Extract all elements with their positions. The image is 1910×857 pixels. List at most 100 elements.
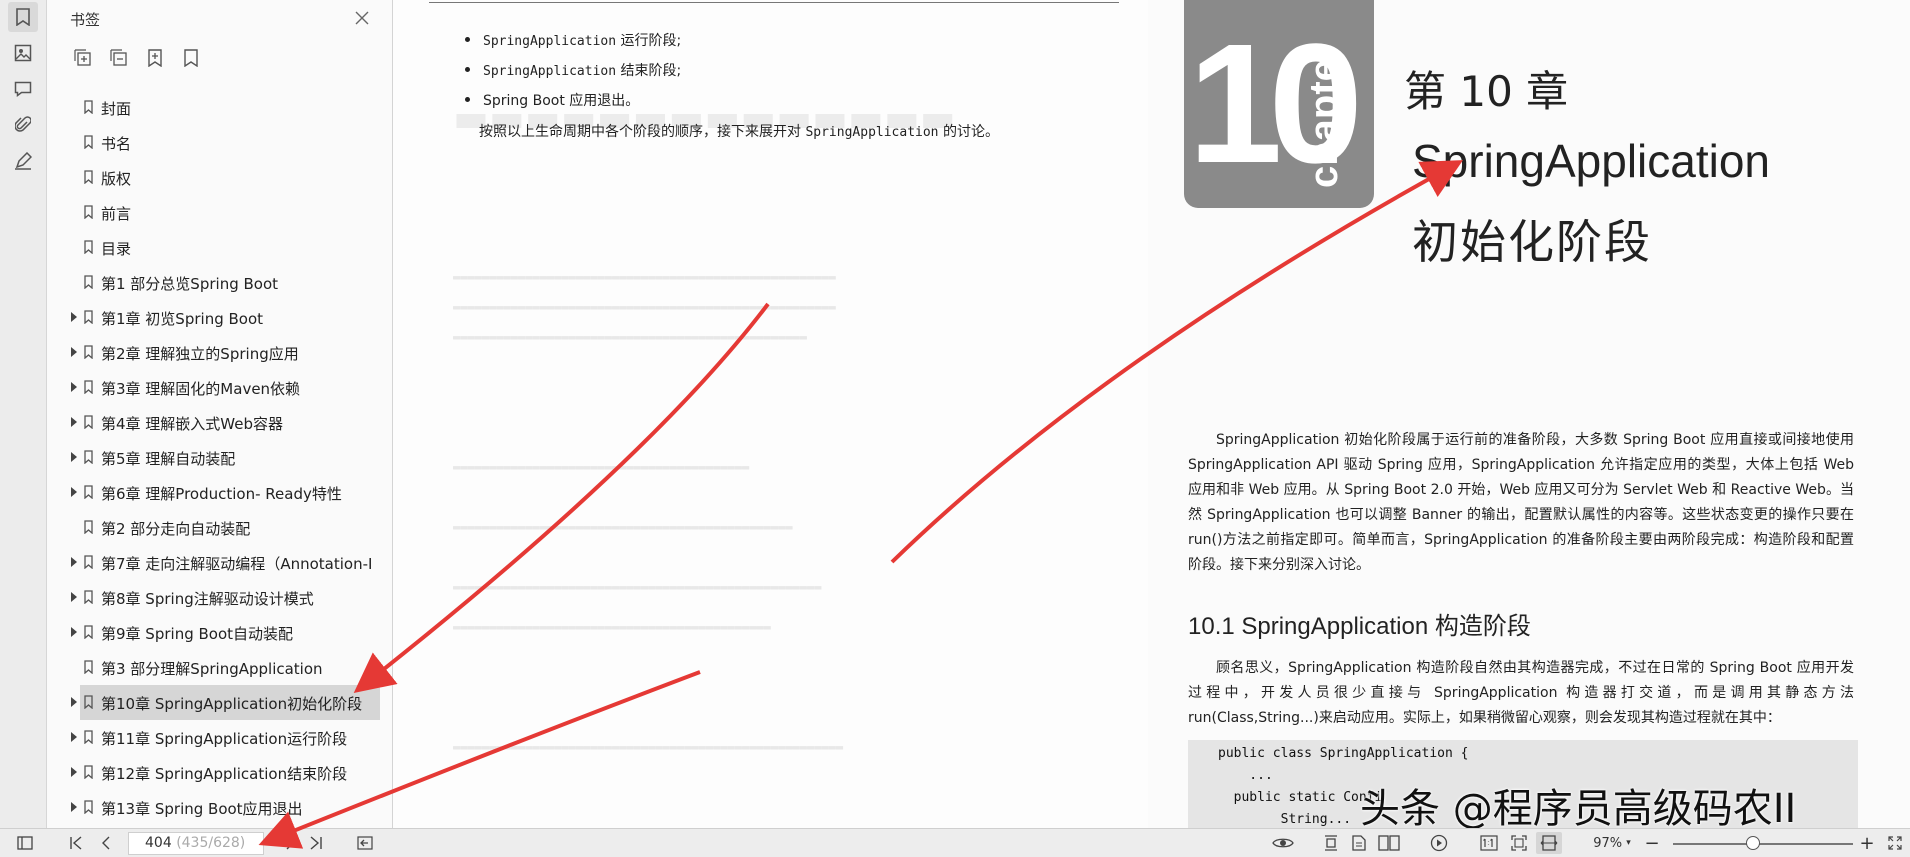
bookmark-label: 第12章 SpringApplication结束阶段: [101, 765, 348, 783]
expand-arrow-icon[interactable]: [71, 592, 77, 602]
bookmark-item[interactable]: 第1章 初览Spring Boot: [47, 300, 393, 335]
bleed-through-decoration: ▬▬▬▬▬▬▬▬▬▬▬▬▬▬▬▬▬▬▬▬▬▬▬▬▬▬▬▬▬▬▬▬▬▬▬▬▬▬▬▬…: [453, 330, 808, 344]
thumbnail-icon[interactable]: [8, 38, 38, 68]
first-page-icon[interactable]: [66, 832, 86, 854]
previous-page-icon[interactable]: [96, 832, 116, 854]
watermark: 头条 @程序员高级码农II: [1360, 786, 1797, 832]
fullscreen-icon[interactable]: [1884, 832, 1906, 854]
bookmark-item[interactable]: 第1 部分总览Spring Boot: [47, 265, 393, 300]
expand-arrow-icon[interactable]: [71, 732, 77, 742]
add-bookmark-icon[interactable]: [143, 46, 167, 70]
bookmark-flag-icon: [84, 485, 93, 499]
bookmark-flag-icon: [84, 345, 93, 359]
expand-all-icon[interactable]: [71, 46, 95, 70]
bookmark-label: 第3 部分理解SpringApplication: [101, 660, 323, 678]
signature-icon[interactable]: [8, 146, 38, 176]
bookmark-label: 第1章 初览Spring Boot: [101, 310, 264, 328]
expand-arrow-icon[interactable]: [71, 452, 77, 462]
bookmark-flag-icon: [84, 450, 93, 464]
bookmark-label: 第13章 Spring Boot应用退出: [101, 800, 303, 818]
bookmark-flag-icon: [84, 135, 93, 149]
zoom-level[interactable]: 97% ▾: [1584, 832, 1640, 854]
zoom-slider[interactable]: [1673, 843, 1853, 845]
read-mode-icon[interactable]: [1270, 832, 1296, 854]
bookmark-panel-icon[interactable]: [8, 2, 38, 32]
comment-icon[interactable]: [8, 74, 38, 104]
expand-arrow-icon[interactable]: [71, 347, 77, 357]
bookmark-flag-icon: [84, 520, 93, 534]
lifecycle-list: SpringApplication 运行阶段; SpringApplication…: [463, 30, 681, 120]
bleed-through-decoration: ▬▬▬▬▬▬▬▬▬▬▬▬▬▬▬▬▬▬▬▬▬▬▬▬▬▬▬▬▬▬▬▬▬▬▬▬▬▬▬▬…: [453, 620, 771, 634]
bookmark-item[interactable]: 版权: [47, 160, 393, 195]
current-page: 404: [145, 835, 172, 851]
bookmark-label: 第1 部分总览Spring Boot: [101, 275, 279, 293]
last-page-icon[interactable]: [306, 832, 326, 854]
actual-size-icon[interactable]: [1478, 832, 1500, 854]
bookmark-item[interactable]: 第4章 理解嵌入式Web容器: [47, 405, 393, 440]
bookmark-label: 第9章 Spring Boot自动装配: [101, 625, 294, 643]
bookmark-item[interactable]: 第6章 理解Production- Ready特性: [47, 475, 393, 510]
bookmark-flag-icon: [84, 415, 93, 429]
bookmark-item[interactable]: 第2章 理解独立的Spring应用: [47, 335, 393, 370]
fit-width-icon[interactable]: [1536, 832, 1562, 854]
pdf-reader-window: 书签 封面 书名 版权 前言 目录 第1 部分总览Spring Boot 第1章 初览Spr…: [0, 0, 1910, 857]
chevron-down-icon: ▾: [1626, 838, 1631, 848]
expand-arrow-icon[interactable]: [71, 802, 77, 812]
bleed-through-decoration: ▬▬▬▬▬▬▬▬▬▬▬▬▬▬▬▬▬▬▬▬▬▬▬▬▬▬▬▬▬▬▬▬▬▬▬▬▬▬▬▬…: [453, 300, 836, 314]
bookmark-label: 第4章 理解嵌入式Web容器: [101, 415, 284, 433]
bookmark-item[interactable]: 第3章 理解固化的Maven依赖: [47, 370, 393, 405]
bookmark-item[interactable]: 目录: [47, 230, 393, 265]
sidebar-toggle-icon[interactable]: [14, 832, 36, 854]
go-back-icon[interactable]: [354, 832, 376, 854]
bookmark-item[interactable]: 前言: [47, 195, 393, 230]
side-toolbar: [0, 0, 47, 828]
bookmark-label: 第2章 理解独立的Spring应用: [101, 345, 299, 363]
two-page-icon[interactable]: [1376, 832, 1402, 854]
bookmark-label: 第8章 Spring注解驱动设计模式: [101, 590, 314, 608]
bookmark-item[interactable]: 第5章 理解自动装配: [47, 440, 393, 475]
chapter-badge: 10 chapter: [1184, 0, 1374, 208]
expand-arrow-icon[interactable]: [71, 417, 77, 427]
bookmark-item[interactable]: 第8章 Spring注解驱动设计模式: [47, 580, 393, 615]
expand-arrow-icon[interactable]: [71, 487, 77, 497]
fit-page-icon[interactable]: [1508, 832, 1530, 854]
attachment-icon[interactable]: [8, 110, 38, 140]
collapse-all-icon[interactable]: [107, 46, 131, 70]
expand-arrow-icon[interactable]: [71, 767, 77, 777]
single-page-icon[interactable]: [1348, 832, 1370, 854]
close-icon[interactable]: [351, 7, 373, 29]
bleed-through-decoration: ▬▬▬▬▬▬▬▬▬▬▬▬▬▬▬▬▬▬▬▬▬▬▬▬▬▬▬▬▬▬▬▬▬▬▬▬▬▬▬▬…: [453, 270, 836, 284]
bleed-through-decoration: ▬▬▬▬▬▬▬▬▬▬▬▬▬▬▬▬▬▬▬▬▬▬▬▬▬▬▬▬▬▬▬▬▬▬▬▬▬▬▬▬…: [453, 520, 793, 534]
chapter-word: chapter: [1302, 43, 1346, 189]
bookmark-item[interactable]: 第9章 Spring Boot自动装配: [47, 615, 393, 650]
chapter-label: 第 10 章: [1404, 67, 1569, 116]
expand-arrow-icon[interactable]: [71, 557, 77, 567]
bookmark-item[interactable]: 第2 部分走向自动装配: [47, 510, 393, 545]
bookmark-item[interactable]: 第12章 SpringApplication结束阶段: [47, 755, 393, 790]
bookmark-flag-icon: [84, 380, 93, 394]
bookmark-flag-icon: [84, 310, 93, 324]
bookmark-item[interactable]: 第7章 走向注解驱动编程（Annotation-I: [47, 545, 393, 580]
expand-arrow-icon[interactable]: [71, 382, 77, 392]
bookmark-label: 第2 部分走向自动装配: [101, 520, 251, 538]
zoom-in-icon[interactable]: +: [1858, 832, 1876, 854]
expand-arrow-icon[interactable]: [71, 312, 77, 322]
bookmark-item[interactable]: 第10章 SpringApplication初始化阶段: [71, 685, 380, 720]
bookmark-item[interactable]: 封面: [47, 90, 393, 125]
bookmark-item[interactable]: 第3 部分理解SpringApplication: [47, 650, 393, 685]
next-page-icon[interactable]: [280, 832, 300, 854]
bookmark-item[interactable]: 第11章 SpringApplication运行阶段: [47, 720, 393, 755]
bookmark-icon[interactable]: [179, 46, 203, 70]
page-number-input[interactable]: 404 (435/628): [128, 832, 264, 855]
zoom-value: 97%: [1593, 835, 1623, 851]
play-icon[interactable]: [1428, 832, 1450, 854]
zoom-out-icon[interactable]: −: [1643, 832, 1661, 854]
expand-arrow-icon[interactable]: [71, 697, 77, 707]
bookmark-item[interactable]: 第13章 Spring Boot应用退出: [47, 790, 393, 825]
expand-arrow-icon[interactable]: [71, 627, 77, 637]
bookmark-item[interactable]: 书名: [47, 125, 393, 160]
continuous-scroll-icon[interactable]: [1320, 832, 1342, 854]
zoom-slider-handle[interactable]: [1746, 836, 1760, 850]
lifecycle-code: SpringApplication: [483, 64, 617, 79]
document-view[interactable]: ▬▬▬▬▬▬▬▬▬▬▬▬▬▬ ▬▬▬▬▬▬▬▬▬▬▬▬▬▬▬▬▬▬▬▬▬▬▬▬▬…: [393, 0, 1910, 828]
